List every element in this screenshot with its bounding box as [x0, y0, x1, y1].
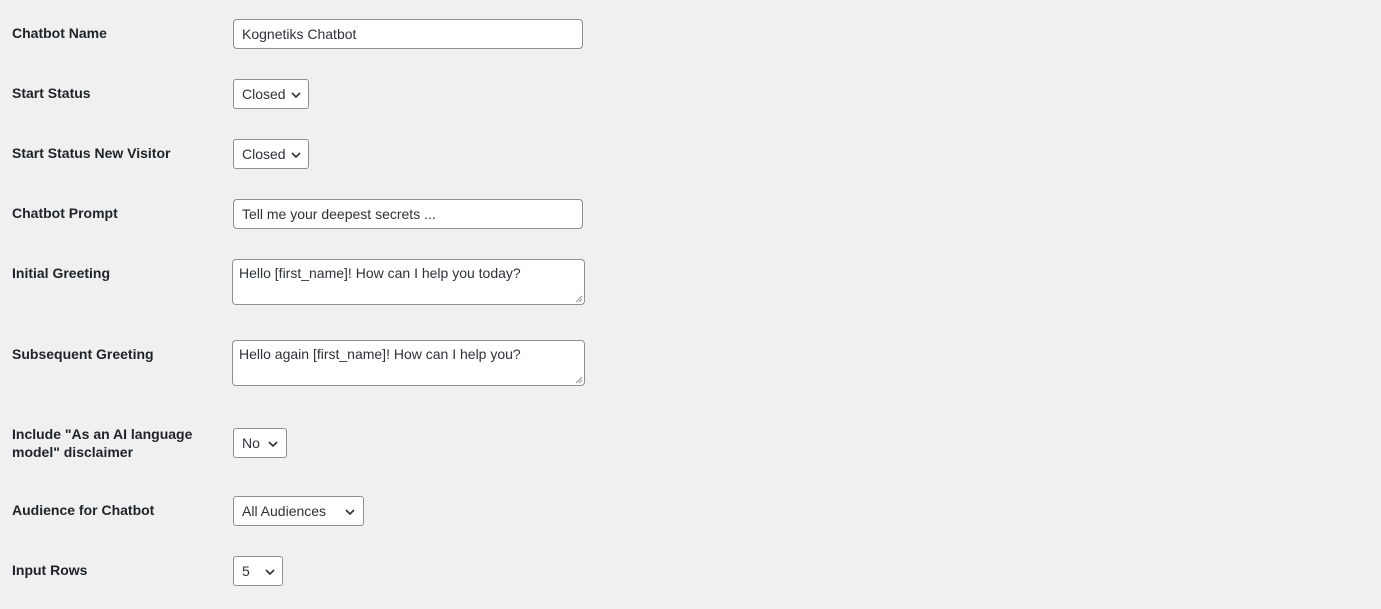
resize-grip-icon[interactable] — [575, 295, 583, 303]
initial-greeting-textarea[interactable]: Hello [first_name]! How can I help you t… — [232, 259, 585, 305]
chevron-down-icon — [291, 92, 301, 99]
initial-greeting-wrapper: Hello [first_name]! How can I help you t… — [232, 259, 585, 305]
subsequent-greeting-textarea[interactable]: Hello again [first_name]! How can I help… — [232, 340, 585, 386]
chevron-down-icon — [265, 569, 275, 576]
start-status-new-visitor-value: Closed — [242, 146, 286, 162]
resize-grip-icon[interactable] — [575, 376, 583, 384]
disclaimer-value: No — [242, 435, 260, 451]
start-status-new-visitor-label: Start Status New Visitor — [12, 145, 171, 161]
chatbot-prompt-label: Chatbot Prompt — [12, 205, 118, 221]
audience-select[interactable]: All Audiences — [233, 496, 364, 526]
subsequent-greeting-wrapper: Hello again [first_name]! How can I help… — [232, 340, 585, 386]
disclaimer-label: Include "As an AI language model" discla… — [12, 426, 193, 460]
chatbot-prompt-input[interactable] — [233, 199, 583, 229]
chevron-down-icon — [291, 152, 301, 159]
disclaimer-select[interactable]: No — [233, 428, 287, 458]
start-status-new-visitor-select[interactable]: Closed — [233, 139, 309, 169]
audience-value: All Audiences — [242, 503, 327, 519]
audience-label: Audience for Chatbot — [12, 502, 155, 518]
input-rows-select[interactable]: 5 — [233, 556, 283, 586]
subsequent-greeting-label: Subsequent Greeting — [12, 346, 154, 362]
start-status-value: Closed — [242, 86, 286, 102]
chatbot-name-label: Chatbot Name — [12, 25, 107, 41]
chatbot-settings-form: Chatbot Name Start Status Closed Start S… — [0, 0, 1381, 609]
input-rows-value: 5 — [242, 563, 250, 579]
start-status-select[interactable]: Closed — [233, 79, 309, 109]
chevron-down-icon — [268, 441, 278, 448]
chatbot-name-input[interactable] — [233, 19, 583, 49]
input-rows-label: Input Rows — [12, 562, 88, 578]
chevron-down-icon — [345, 509, 355, 516]
start-status-label: Start Status — [12, 85, 91, 101]
initial-greeting-label: Initial Greeting — [12, 265, 111, 281]
